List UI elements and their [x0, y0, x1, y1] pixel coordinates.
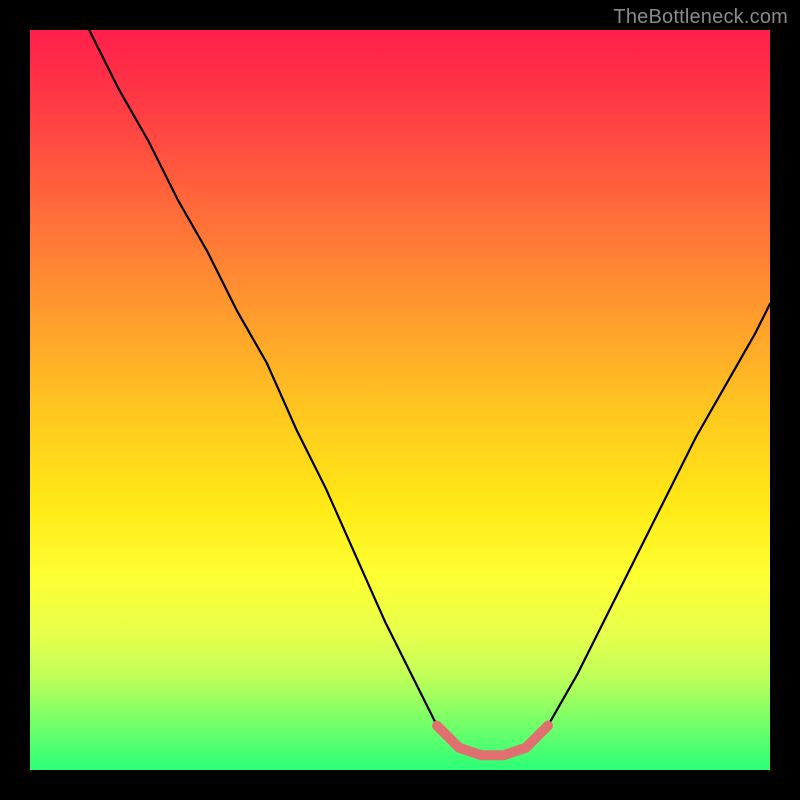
optimal-zone-path	[437, 726, 548, 756]
curve-layer	[30, 30, 770, 770]
bottleneck-gradient-plot	[30, 30, 770, 770]
attribution-text: TheBottleneck.com	[613, 6, 788, 29]
bottleneck-curve-path	[89, 30, 770, 755]
chart-frame: TheBottleneck.com	[0, 0, 800, 800]
